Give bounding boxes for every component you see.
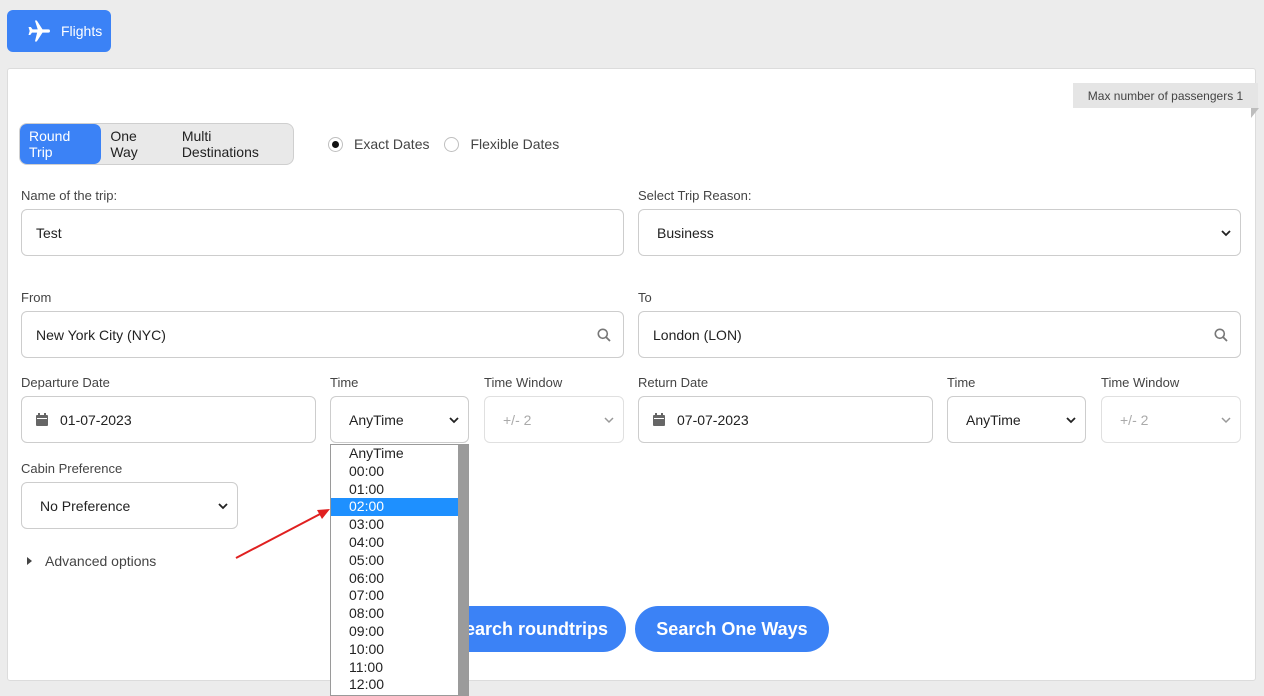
time-option[interactable]: 08:00	[331, 605, 460, 623]
time-option[interactable]: AnyTime	[331, 445, 460, 463]
to-label: To	[638, 290, 652, 305]
flights-tab-label: Flights	[61, 23, 103, 39]
trip-reason-value: Business	[657, 224, 714, 241]
time-option[interactable]: 05:00	[331, 552, 460, 570]
return-date-value: 07-07-2023	[677, 411, 749, 428]
caret-right-icon	[27, 557, 32, 565]
date-mode-group: Exact Dates Flexible Dates	[328, 136, 574, 152]
chevron-down-icon	[1221, 416, 1231, 423]
departure-date-value: 01-07-2023	[60, 411, 132, 428]
dropdown-scrollbar[interactable]	[458, 445, 468, 695]
return-date-input[interactable]: 07-07-2023	[638, 396, 933, 443]
time-option[interactable]: 06:00	[331, 570, 460, 588]
time-option[interactable]: 03:00	[331, 516, 460, 534]
time-option[interactable]: 02:00	[331, 498, 460, 517]
trip-name-value: Test	[36, 224, 62, 241]
time-options: AnyTime 00:00 01:00 02:00 03:00 04:00 05:00 06:…	[331, 445, 460, 694]
trip-reason-select[interactable]: Business	[638, 209, 1241, 256]
cabin-preference-select[interactable]: No Preference	[21, 482, 238, 529]
time-option[interactable]: 04:00	[331, 534, 460, 552]
exact-dates-label: Exact Dates	[354, 136, 430, 152]
trip-type-one-way[interactable]: One Way	[101, 124, 172, 164]
departure-window-select[interactable]: +/- 2	[484, 396, 624, 443]
airplane-icon	[28, 20, 50, 42]
departure-time-select[interactable]: AnyTime	[330, 396, 469, 443]
search-one-ways-button[interactable]: Search One Ways	[635, 606, 829, 652]
departure-date-label: Departure Date	[21, 375, 110, 390]
time-option[interactable]: 11:00	[331, 659, 460, 677]
time-option[interactable]: 00:00	[331, 463, 460, 481]
return-window-value: +/- 2	[1120, 411, 1149, 428]
return-time-label: Time	[947, 375, 976, 390]
departure-time-value: AnyTime	[349, 411, 404, 428]
search-icon[interactable]	[1214, 328, 1228, 342]
to-value: London (LON)	[653, 326, 742, 343]
time-option[interactable]: 07:00	[331, 587, 460, 605]
trip-name-label: Name of the trip:	[21, 188, 118, 203]
flexible-dates-option[interactable]: Flexible Dates	[444, 136, 559, 152]
trip-type-multi-destinations[interactable]: Multi Destinations	[173, 124, 293, 164]
chevron-down-icon	[218, 502, 228, 509]
to-input[interactable]: London (LON)	[638, 311, 1241, 358]
from-value: New York City (NYC)	[36, 326, 166, 343]
departure-date-input[interactable]: 01-07-2023	[21, 396, 316, 443]
cabin-preference-value: No Preference	[40, 497, 131, 514]
flexible-dates-label: Flexible Dates	[470, 136, 560, 152]
trip-reason-label: Select Trip Reason:	[638, 188, 752, 203]
chevron-down-icon	[604, 416, 614, 423]
return-time-value: AnyTime	[966, 411, 1021, 428]
annotation-arrow-icon	[235, 509, 330, 559]
return-time-select[interactable]: AnyTime	[947, 396, 1086, 443]
chevron-down-icon	[1221, 229, 1231, 236]
advanced-options-toggle[interactable]: Advanced options	[27, 553, 156, 569]
chevron-down-icon	[1066, 416, 1076, 423]
from-input[interactable]: New York City (NYC)	[21, 311, 624, 358]
scrollbar-thumb[interactable]	[458, 445, 468, 695]
calendar-icon	[653, 413, 665, 426]
flights-tab[interactable]: Flights	[7, 10, 111, 52]
trip-name-input[interactable]: Test	[21, 209, 624, 256]
cabin-preference-label: Cabin Preference	[21, 461, 123, 476]
trip-type-toggle: Round Trip One Way Multi Destinations	[19, 123, 294, 165]
return-window-select[interactable]: +/- 2	[1101, 396, 1241, 443]
calendar-icon	[36, 413, 48, 426]
advanced-options-label: Advanced options	[45, 553, 157, 569]
departure-time-label: Time	[330, 375, 359, 390]
flexible-dates-radio[interactable]	[444, 136, 460, 152]
time-option[interactable]: 01:00	[331, 481, 460, 499]
time-option[interactable]: 09:00	[331, 623, 460, 641]
return-window-label: Time Window	[1101, 375, 1180, 390]
chevron-down-icon	[449, 416, 459, 423]
time-dropdown-list: AnyTime 00:00 01:00 02:00 03:00 04:00 05:00 06:…	[330, 444, 469, 696]
time-option[interactable]: 10:00	[331, 641, 460, 659]
departure-window-label: Time Window	[484, 375, 563, 390]
search-icon[interactable]	[597, 328, 611, 342]
trip-type-round-trip[interactable]: Round Trip	[20, 124, 102, 164]
departure-window-value: +/- 2	[503, 411, 532, 428]
from-label: From	[21, 290, 52, 305]
exact-dates-option[interactable]: Exact Dates	[328, 136, 429, 152]
return-date-label: Return Date	[638, 375, 709, 390]
max-passengers-badge: Max number of passengers 1	[1073, 83, 1259, 118]
exact-dates-radio[interactable]	[328, 136, 343, 152]
time-option[interactable]: 12:00	[331, 676, 460, 694]
